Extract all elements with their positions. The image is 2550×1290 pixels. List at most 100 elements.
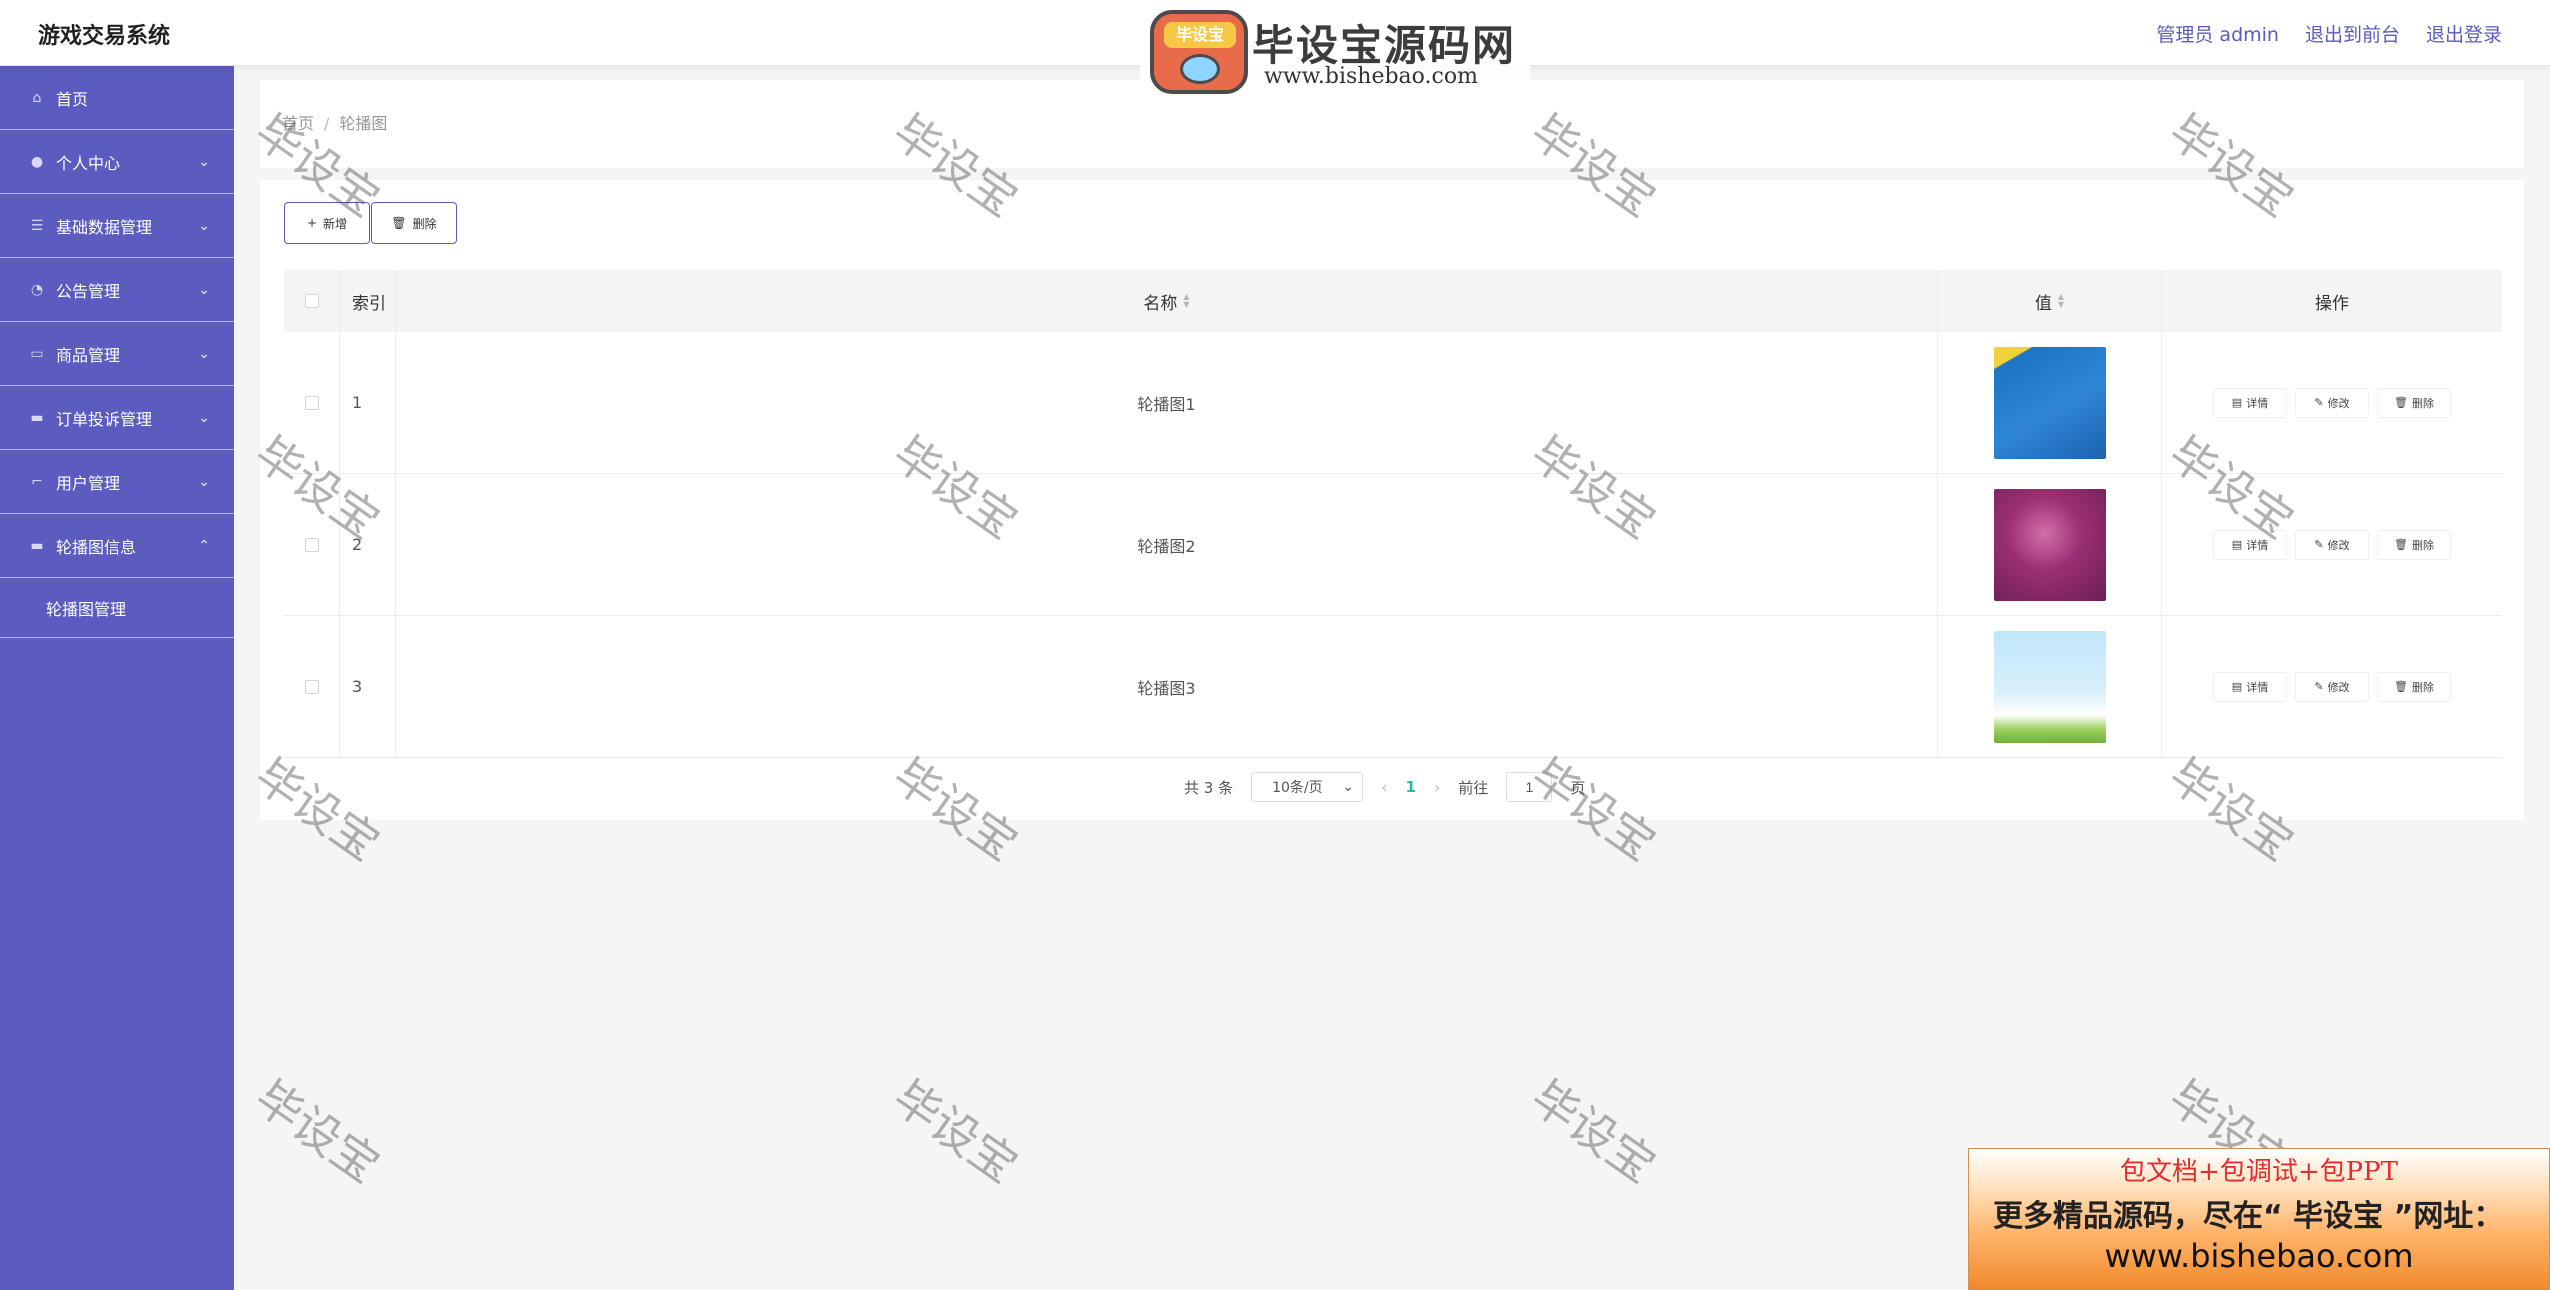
goto-page-input[interactable] <box>1506 772 1553 802</box>
table-row: 1 轮播图1 ▤ 详情 ✎ 修改 🗑 删除 <box>284 332 2502 474</box>
sidebar-item-label: 商品管理 <box>56 345 121 365</box>
edit-button[interactable]: ✎ 修改 <box>2295 387 2369 418</box>
sidebar-item-label: 基础数据管理 <box>56 217 153 237</box>
delete-button[interactable]: 🗑 删除 <box>2377 529 2451 560</box>
carousel-image-thumbnail[interactable] <box>1993 630 2106 743</box>
row-name: 轮播图2 <box>396 474 1938 615</box>
edit-icon: ✎ <box>2314 538 2324 551</box>
row-index: 3 <box>340 616 396 757</box>
sort-icon[interactable]: ▲ ▼ <box>2058 293 2064 309</box>
sidebar-item-carousel[interactable]: ▬ 轮播图信息 ⌃ <box>0 514 234 578</box>
breadcrumb-home[interactable]: 首页 <box>282 114 314 133</box>
detail-icon: ▤ <box>2231 680 2243 693</box>
row-actions: ▤ 详情 ✎ 修改 🗑 删除 <box>2162 616 2502 757</box>
chevron-up-icon: ⌃ <box>198 537 210 554</box>
carousel-image-thumbnail[interactable] <box>1993 346 2106 459</box>
select-all-checkbox[interactable] <box>304 294 319 308</box>
row-checkbox[interactable] <box>304 395 319 410</box>
watermark-text: 毕设宝 <box>245 1069 390 1194</box>
sidebar-item-order-complaints[interactable]: ▬ 订单投诉管理 ⌄ <box>0 386 234 450</box>
desktop-icon: ▬ <box>30 537 44 554</box>
admin-user-link[interactable]: 管理员 admin <box>2156 20 2279 47</box>
carousel-image-thumbnail[interactable] <box>1993 488 2106 601</box>
logo-badge: 毕设宝 <box>1164 22 1236 48</box>
page-size-value: 10条/页 <box>1272 780 1323 796</box>
carousel-table: 索引 名称 ▲ ▼ 值 ▲ ▼ 操作 1 轮播图1 ▤ 详情 ✎ 修改 🗑 删除 2 轮播图2… <box>284 270 2502 758</box>
batch-delete-button[interactable]: 🗑 删除 <box>371 202 457 244</box>
pagination-total: 共 3 条 <box>1184 778 1234 797</box>
sidebar-item-users[interactable]: ⌐ 用户管理 ⌄ <box>0 450 234 514</box>
sidebar-item-label: 订单投诉管理 <box>56 409 153 429</box>
delete-button-label: 删除 <box>2411 538 2434 552</box>
goto-label: 前往 <box>1458 778 1489 797</box>
page-size-select[interactable]: 10条/页 ⌄ <box>1251 772 1364 802</box>
sidebar-item-home[interactable]: ⌂ 首页 <box>0 66 234 130</box>
sidebar-item-label: 个人中心 <box>56 153 121 173</box>
trash-icon: 🗑 <box>2394 538 2408 551</box>
chevron-down-icon: ⌄ <box>198 153 210 170</box>
prev-page-button[interactable]: ‹ <box>1381 778 1387 797</box>
row-checkbox-cell <box>284 332 340 473</box>
goto-suffix: 页 <box>1570 778 1586 797</box>
sidebar-item-label: 首页 <box>56 89 89 109</box>
edit-button-label: 修改 <box>2327 538 2350 552</box>
column-header-value[interactable]: 值 ▲ ▼ <box>1938 270 2162 332</box>
row-value <box>1938 616 2162 757</box>
watermark-text: 毕设宝 <box>883 1069 1028 1194</box>
home-icon: ⌂ <box>32 89 42 106</box>
column-header-name[interactable]: 名称 ▲ ▼ <box>396 270 1938 332</box>
promo-url: www.bishebao.com <box>2104 1237 2414 1275</box>
detail-button[interactable]: ▤ 详情 <box>2213 671 2287 702</box>
pagination: 共 3 条 10条/页 ⌄ ‹ 1 › 前往 页 <box>1184 772 1585 802</box>
logo-url: www.bishebao.com <box>1264 64 1478 89</box>
breadcrumb-current: 轮播图 <box>339 114 388 133</box>
detail-button-label: 详情 <box>2246 396 2269 410</box>
row-name: 轮播图3 <box>396 616 1938 757</box>
logo-face <box>1180 54 1220 84</box>
sidebar-subitem-carousel-management[interactable]: 轮播图管理 <box>0 578 234 638</box>
trash-icon: 🗑 <box>391 216 407 230</box>
delete-button-label: 删除 <box>2411 680 2434 694</box>
sidebar-item-profile[interactable]: ● 个人中心 ⌄ <box>0 130 234 194</box>
sort-icon[interactable]: ▲ ▼ <box>1183 293 1189 309</box>
edit-button-label: 修改 <box>2327 396 2350 410</box>
delete-button[interactable]: 🗑 删除 <box>2377 387 2451 418</box>
row-actions: ▤ 详情 ✎ 修改 🗑 删除 <box>2162 332 2502 473</box>
row-checkbox[interactable] <box>304 537 319 552</box>
row-checkbox[interactable] <box>304 679 319 694</box>
delete-button-label: 删除 <box>412 216 437 231</box>
edit-button[interactable]: ✎ 修改 <box>2295 671 2369 702</box>
sidebar-item-label: 轮播图信息 <box>56 537 137 557</box>
sidebar-item-label: 公告管理 <box>56 281 121 301</box>
delete-button[interactable]: 🗑 删除 <box>2377 671 2451 702</box>
column-header-index: 索引 <box>340 270 396 332</box>
list-icon: ☰ <box>30 217 44 234</box>
row-actions: ▤ 详情 ✎ 修改 🗑 删除 <box>2162 474 2502 615</box>
header-links: 管理员 admin 退出到前台 退出登录 <box>2156 20 2502 47</box>
row-index: 1 <box>340 332 396 473</box>
edit-button[interactable]: ✎ 修改 <box>2295 529 2369 560</box>
chevron-down-icon: ⌄ <box>198 281 210 298</box>
detail-icon: ▤ <box>2231 396 2243 409</box>
add-button[interactable]: + 新增 <box>284 202 370 244</box>
edit-button-label: 修改 <box>2327 680 2350 694</box>
sidebar-item-announcements[interactable]: ◔ 公告管理 ⌄ <box>0 258 234 322</box>
logout-link[interactable]: 退出登录 <box>2426 20 2502 47</box>
detail-button-label: 详情 <box>2246 680 2269 694</box>
detail-button[interactable]: ▤ 详情 <box>2213 529 2287 560</box>
table-row: 2 轮播图2 ▤ 详情 ✎ 修改 🗑 删除 <box>284 474 2502 616</box>
trash-icon: 🗑 <box>2394 680 2408 693</box>
sidebar: ⌂ 首页 ● 个人中心 ⌄ ☰ 基础数据管理 ⌄ ◔ 公告管理 ⌄ ▭ 商品管理… <box>0 66 234 1290</box>
trash-icon: 🗑 <box>2394 396 2408 409</box>
back-to-frontend-link[interactable]: 退出到前台 <box>2305 20 2400 47</box>
page-number-current[interactable]: 1 <box>1406 778 1416 796</box>
column-header-value-label: 值 <box>2034 293 2052 314</box>
plus-icon: + <box>306 216 318 230</box>
next-page-button[interactable]: › <box>1434 778 1440 797</box>
promo-banner[interactable]: 包文档+包调试+包PPT 更多精品源码，尽在“ 毕设宝 ”网址： www.bis… <box>1968 1148 2550 1290</box>
sidebar-item-products[interactable]: ▭ 商品管理 ⌄ <box>0 322 234 386</box>
detail-button[interactable]: ▤ 详情 <box>2213 387 2287 418</box>
crop-icon: ⌐ <box>31 473 43 490</box>
site-logo-banner: 毕设宝 毕设宝源码网 www.bishebao.com <box>1140 4 1530 96</box>
sidebar-item-basic-data[interactable]: ☰ 基础数据管理 ⌄ <box>0 194 234 258</box>
